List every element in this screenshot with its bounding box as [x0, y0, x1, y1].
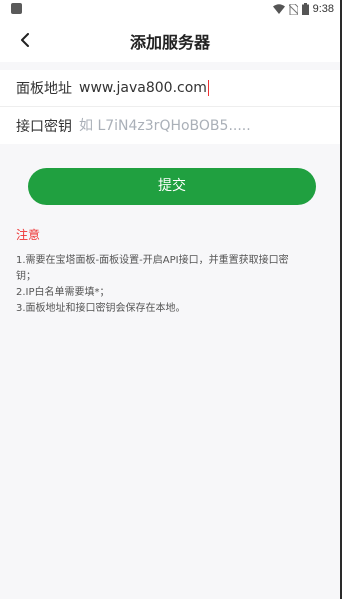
server-form: 面板地址 www.java800.com 接口密钥 — [0, 70, 340, 144]
add-server-screen: 9:38 添加服务器 面板地址 www.java800.com 接口密钥 提交 … — [0, 0, 342, 599]
panel-address-value[interactable]: www.java800.com — [79, 80, 207, 96]
app-bar: 添加服务器 — [0, 18, 340, 62]
no-sim-icon — [288, 3, 298, 15]
panel-address-field[interactable]: www.java800.com — [79, 80, 209, 96]
note-line: 3.面板地址和接口密钥会保存在本地。 — [16, 303, 186, 314]
note-line: 2.IP白名单需要填*； — [16, 287, 110, 298]
page-title: 添加服务器 — [129, 33, 210, 52]
notes-section: 注意 1.需要在宝塔面板-面板设置-开启API接口，并重置获取接口密 钥； 2.… — [16, 226, 328, 317]
api-key-label: 接口密钥 — [16, 118, 72, 135]
status-bar: 9:38 — [0, 0, 340, 18]
text-caret — [207, 80, 209, 96]
battery-icon — [301, 3, 309, 15]
note-line: 1.需要在宝塔面板-面板设置-开启API接口，并重置获取接口密 — [16, 255, 289, 266]
wifi-icon — [272, 4, 285, 14]
note-line: 钥； — [16, 271, 36, 282]
submit-button[interactable]: 提交 — [28, 168, 316, 205]
status-time: 9:38 — [312, 3, 334, 15]
api-key-input[interactable] — [79, 113, 319, 138]
status-icons: 9:38 — [272, 1, 334, 17]
notes-title: 注意 — [16, 228, 41, 242]
panel-address-row: 面板地址 www.java800.com — [0, 70, 340, 107]
panel-address-label: 面板地址 — [16, 81, 72, 97]
api-key-row: 接口密钥 — [0, 107, 340, 144]
notification-icon — [11, 3, 22, 14]
